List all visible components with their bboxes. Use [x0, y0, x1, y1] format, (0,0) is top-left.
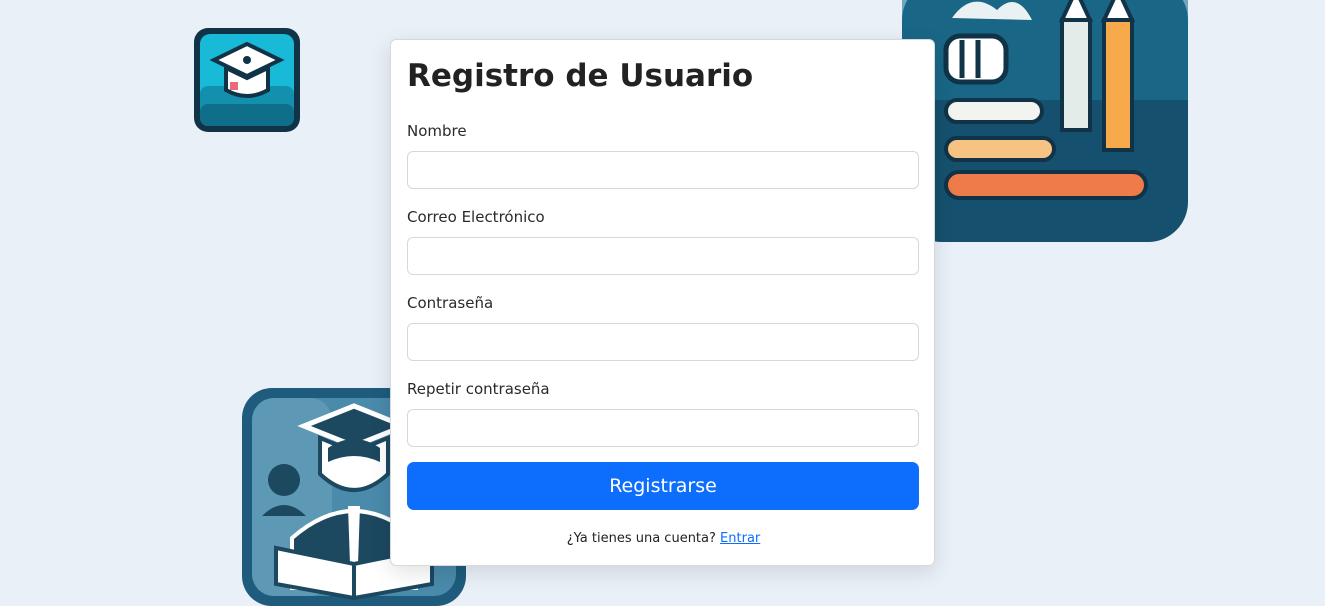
login-prompt-text: ¿Ya tienes una cuenta? [566, 531, 716, 546]
login-link[interactable]: Entrar [720, 531, 760, 546]
page-title: Registro de Usuario [407, 58, 754, 94]
nombre-label: Nombre [407, 122, 467, 140]
email-input[interactable] [407, 237, 919, 275]
register-button[interactable]: Registrarse [407, 462, 919, 510]
login-prompt: ¿Ya tienes una cuenta? Entrar [391, 531, 936, 546]
nombre-input[interactable] [407, 151, 919, 189]
books-pencils-app-icon [902, 0, 1188, 242]
repeat-password-input[interactable] [407, 409, 919, 447]
password-label: Contraseña [407, 294, 494, 312]
registration-card: Registro de Usuario Nombre Correo Electr… [390, 39, 935, 566]
email-label: Correo Electrónico [407, 208, 545, 226]
repeat-password-label: Repetir contraseña [407, 380, 550, 398]
password-input[interactable] [407, 323, 919, 361]
graduation-cap-app-icon [194, 28, 300, 132]
